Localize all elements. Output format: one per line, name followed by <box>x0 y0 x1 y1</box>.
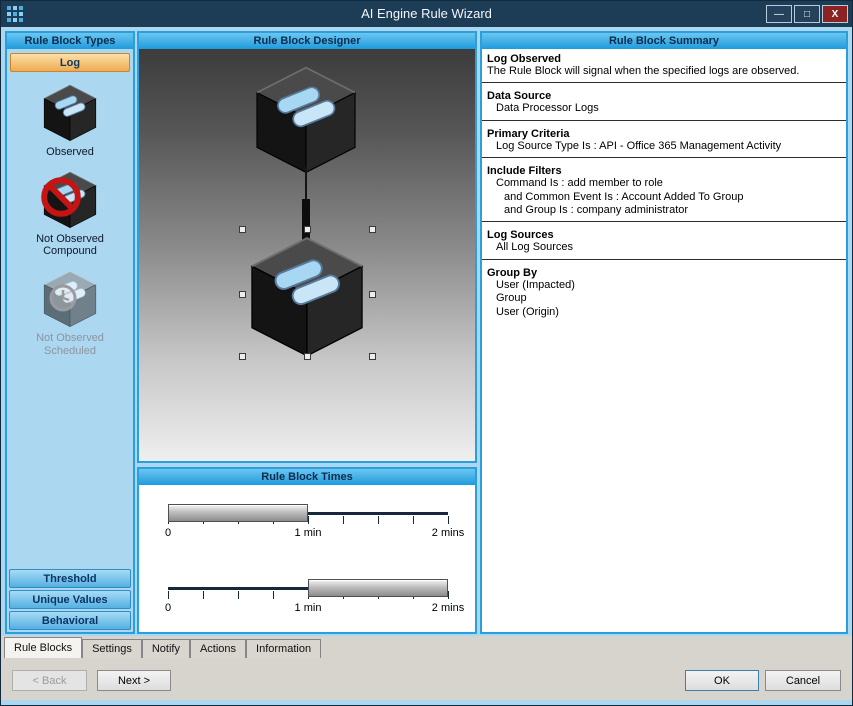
type-category-buttons: Threshold Unique Values Behavioral <box>7 567 133 632</box>
back-button[interactable]: < Back <box>12 670 87 691</box>
type-item-label: Not Observed Compound <box>36 233 104 258</box>
time-slider-window: 0 1 min 2 mins <box>168 570 448 620</box>
maximize-button[interactable]: □ <box>794 5 820 23</box>
type-item-label: Observed <box>46 146 94 159</box>
tick-label: 1 min <box>295 602 322 614</box>
section-line: All Log Sources <box>487 241 841 254</box>
rule-block-types-panel: Rule Block Types Log Observed Not Observ… <box>5 31 135 634</box>
rule-block-cube-upper[interactable] <box>249 63 363 177</box>
section-line: Data Processor Logs <box>487 102 841 115</box>
section-title: Log Observed <box>487 53 841 65</box>
window-bottom-border <box>1 700 853 706</box>
selection-handle[interactable] <box>369 353 376 360</box>
close-button[interactable]: X <box>822 5 848 23</box>
selection-handle[interactable] <box>369 226 376 233</box>
selection-handle[interactable] <box>239 226 246 233</box>
section-title: Log Sources <box>487 229 841 241</box>
slider-range-bar[interactable] <box>308 579 448 597</box>
block-connector-line <box>305 167 307 203</box>
summary-section-data-source: Data Source Data Processor Logs <box>487 90 841 120</box>
type-item-observed[interactable]: Observed <box>7 83 133 159</box>
prohibition-icon <box>37 173 85 221</box>
rule-block-times-panel: Rule Block Times 0 1 min 2 mins 0 1 min … <box>137 467 477 634</box>
rule-block-times-body: 0 1 min 2 mins 0 1 min 2 mins <box>139 485 475 632</box>
selection-handle[interactable] <box>239 291 246 298</box>
minimize-button[interactable]: — <box>766 5 792 23</box>
type-item-not-observed-scheduled[interactable]: Not Observed Scheduled <box>7 269 133 357</box>
log-category-button[interactable]: Log <box>10 53 130 72</box>
rule-block-designer-panel: Rule Block Designer <box>137 31 477 463</box>
tab-settings[interactable]: Settings <box>82 639 142 658</box>
section-divider <box>482 221 846 222</box>
unique-values-category-button[interactable]: Unique Values <box>9 590 131 609</box>
selection-handle[interactable] <box>304 353 311 360</box>
clock-icon <box>47 282 79 314</box>
type-item-not-observed-compound[interactable]: Not Observed Compound <box>7 170 133 258</box>
summary-section-primary-criteria: Primary Criteria Log Source Type Is : AP… <box>487 128 841 158</box>
titlebar[interactable]: AI Engine Rule Wizard — □ X <box>1 1 852 27</box>
tick-label: 0 <box>165 527 171 539</box>
section-line: and Common Event Is : Account Added To G… <box>487 191 841 204</box>
section-divider <box>482 259 846 260</box>
summary-section-include-filters: Include Filters Command Is : add member … <box>487 165 841 222</box>
tab-notify[interactable]: Notify <box>142 639 190 658</box>
summary-section-log-observed: Log Observed The Rule Block will signal … <box>487 53 841 83</box>
ai-engine-rule-wizard-window: AI Engine Rule Wizard — □ X Rule Block T… <box>0 0 853 706</box>
rule-block-cube-selected[interactable] <box>243 233 371 361</box>
designer-canvas[interactable] <box>139 49 475 461</box>
time-slider-observed: 0 1 min 2 mins <box>168 495 448 545</box>
section-line: User (Origin) <box>487 306 841 319</box>
section-line: User (Impacted) <box>487 279 841 292</box>
tab-actions[interactable]: Actions <box>190 639 246 658</box>
section-title: Data Source <box>487 90 841 102</box>
section-divider <box>482 120 846 121</box>
rule-block-summary-header: Rule Block Summary <box>482 33 846 49</box>
tab-rule-blocks[interactable]: Rule Blocks <box>4 637 82 658</box>
rule-block-summary-panel: Rule Block Summary Log Observed The Rule… <box>480 31 848 634</box>
tab-information[interactable]: Information <box>246 639 321 658</box>
summary-section-log-sources: Log Sources All Log Sources <box>487 229 841 259</box>
ok-button[interactable]: OK <box>685 670 759 691</box>
rule-block-designer-header: Rule Block Designer <box>139 33 475 49</box>
rule-block-types-header: Rule Block Types <box>7 33 133 49</box>
observed-cube-icon <box>40 83 100 143</box>
window-controls: — □ X <box>766 5 848 23</box>
section-line: Group <box>487 292 841 305</box>
section-line: and Group Is : company administrator <box>487 204 841 217</box>
section-line: Command Is : add member to role <box>487 177 841 190</box>
section-line: Log Source Type Is : API - Office 365 Ma… <box>487 140 841 153</box>
tick-label: 2 mins <box>432 527 464 539</box>
section-divider <box>482 157 846 158</box>
next-button[interactable]: Next > <box>97 670 171 691</box>
selection-handle[interactable] <box>239 353 246 360</box>
not-observed-scheduled-icon <box>40 269 100 329</box>
slider-range-bar[interactable] <box>168 504 308 522</box>
section-title: Include Filters <box>487 165 841 177</box>
section-line: The Rule Block will signal when the spec… <box>487 65 841 78</box>
type-item-label: Not Observed Scheduled <box>36 332 104 357</box>
selection-handle[interactable] <box>369 291 376 298</box>
selection-handle[interactable] <box>304 226 311 233</box>
not-observed-compound-icon <box>40 170 100 230</box>
section-title: Group By <box>487 267 841 279</box>
window-title: AI Engine Rule Wizard <box>1 6 852 21</box>
rule-block-summary-body: Log Observed The Rule Block will signal … <box>482 49 846 632</box>
rule-block-times-header: Rule Block Times <box>139 469 475 485</box>
tick-label: 1 min <box>295 527 322 539</box>
tick-label: 2 mins <box>432 602 464 614</box>
behavioral-category-button[interactable]: Behavioral <box>9 611 131 630</box>
wizard-tabs: Rule Blocks Settings Notify Actions Info… <box>4 637 321 658</box>
tick-label: 0 <box>165 602 171 614</box>
cancel-button[interactable]: Cancel <box>765 670 841 691</box>
section-title: Primary Criteria <box>487 128 841 140</box>
section-divider <box>482 82 846 83</box>
summary-section-group-by: Group By User (Impacted) Group User (Ori… <box>487 267 841 319</box>
threshold-category-button[interactable]: Threshold <box>9 569 131 588</box>
